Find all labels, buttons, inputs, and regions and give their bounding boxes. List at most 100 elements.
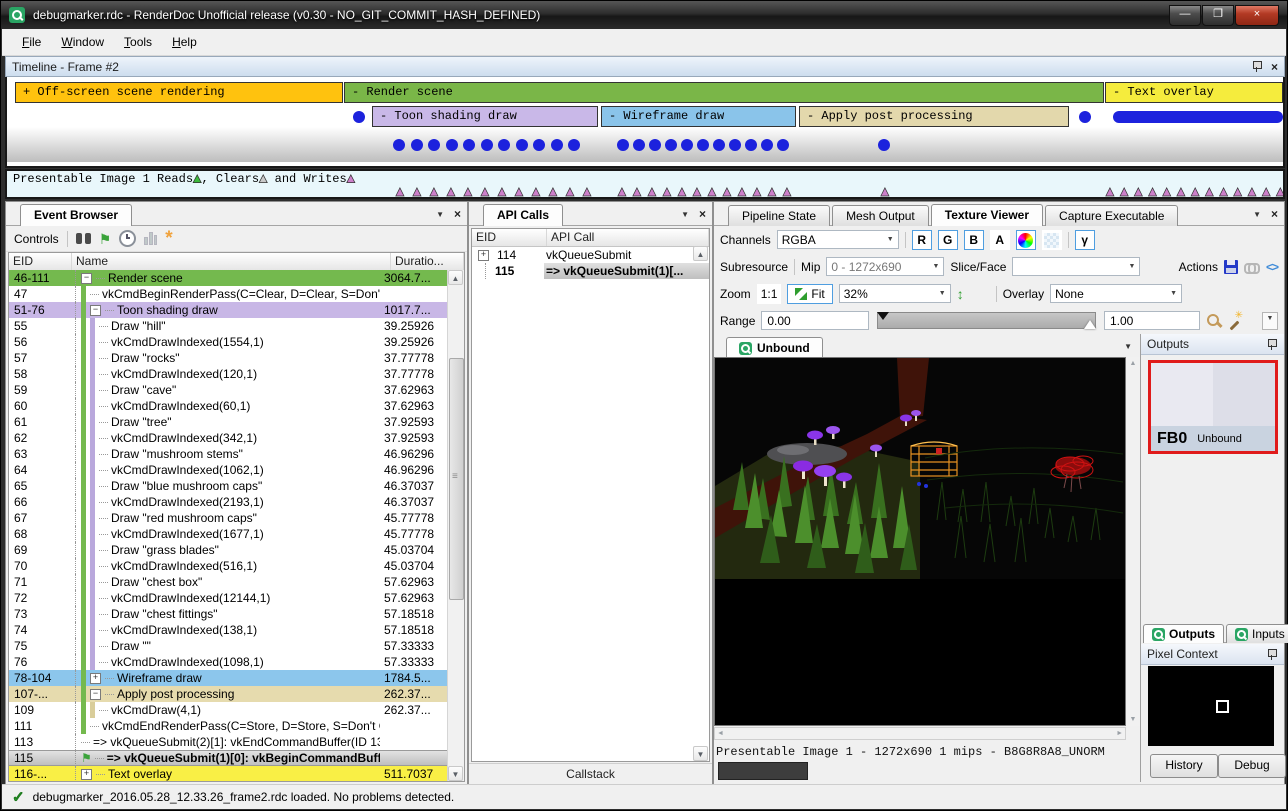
draw-dot[interactable]: [745, 139, 757, 151]
table-row[interactable]: 61Draw "tree"37.92593: [9, 414, 448, 430]
scroll-right-icon[interactable]: ►: [1116, 730, 1123, 737]
write-marker-icon[interactable]: ▲: [705, 185, 719, 197]
write-marker-icon[interactable]: ▲: [720, 185, 734, 197]
draw-dot[interactable]: [568, 139, 580, 151]
write-marker-icon[interactable]: ▲: [410, 185, 424, 197]
range-black-point-handle[interactable]: [877, 312, 889, 326]
range-min-input[interactable]: 0.00: [761, 311, 869, 330]
table-row[interactable]: 107-...−Apply post processing262.37...: [9, 686, 448, 702]
table-row[interactable]: 115⚑=> vkQueueSubmit(1)[0]: vkBeginComma…: [9, 750, 448, 766]
draw-dot[interactable]: [411, 139, 423, 151]
write-marker-icon[interactable]: ▲: [1146, 185, 1160, 197]
write-marker-icon[interactable]: ▲: [1188, 185, 1202, 197]
write-marker-icon[interactable]: ▲: [427, 185, 441, 197]
write-marker-icon[interactable]: ▲: [1202, 185, 1216, 197]
table-row[interactable]: +114vkQueueSubmit: [472, 247, 709, 263]
collapse-icon[interactable]: −: [81, 273, 92, 284]
write-marker-icon[interactable]: ▲: [735, 185, 749, 197]
fb0-thumbnail[interactable]: FB0 Unbound: [1148, 360, 1278, 454]
table-row[interactable]: 113=> vkQueueSubmit(2)[1]: vkEndCommandB…: [9, 734, 448, 750]
flip-y-icon[interactable]: ↕: [957, 286, 964, 302]
table-row[interactable]: 46-111−Render scene3064.7...: [9, 270, 448, 286]
table-row[interactable]: 60vkCmdDrawIndexed(60,1)37.62963: [9, 398, 448, 414]
pin-icon[interactable]: [1252, 61, 1261, 72]
column-eid[interactable]: EID: [472, 229, 547, 246]
table-row[interactable]: 65Draw "blue mushroom caps"46.37037: [9, 478, 448, 494]
scroll-down-icon[interactable]: ▼: [1126, 716, 1140, 723]
channel-green-button[interactable]: G: [938, 230, 958, 250]
overlay-select[interactable]: None ▼: [1050, 284, 1182, 303]
find-icon[interactable]: [76, 233, 91, 244]
draw-dot[interactable]: [713, 139, 725, 151]
menu-item-file[interactable]: File: [12, 31, 51, 53]
event-browser-scrollbar[interactable]: ▲ ▼: [447, 270, 464, 781]
slice-face-select[interactable]: ▼: [1012, 257, 1140, 276]
time-draws-icon[interactable]: [119, 230, 136, 247]
write-marker-icon[interactable]: ▲: [1259, 185, 1273, 197]
panel-menu-icon[interactable]: ▼: [1253, 210, 1261, 219]
pin-icon[interactable]: [1267, 339, 1276, 350]
expand-icon[interactable]: +: [478, 250, 489, 261]
write-marker-icon[interactable]: ▲: [1245, 185, 1259, 197]
table-row[interactable]: 109vkCmdDraw(4,1)262.37...: [9, 702, 448, 718]
color-wheel-button[interactable]: [1016, 230, 1036, 250]
timeline-marker--text-overlay[interactable]: - Text overlay: [1105, 82, 1283, 103]
table-row[interactable]: 73Draw "chest fittings"57.18518: [9, 606, 448, 622]
channel-red-button[interactable]: R: [912, 230, 932, 250]
write-marker-icon[interactable]: ▲: [529, 185, 543, 197]
menu-item-window[interactable]: Window: [51, 31, 114, 53]
channel-alpha-button[interactable]: A: [990, 230, 1010, 250]
write-marker-icon[interactable]: ▲: [1131, 185, 1145, 197]
table-row[interactable]: 68vkCmdDrawIndexed(1677,1)45.77778: [9, 526, 448, 542]
timeline-marker--off-screen-scene-rendering[interactable]: + Off-screen scene rendering: [15, 82, 343, 103]
close-icon[interactable]: ×: [454, 207, 461, 221]
expand-icon[interactable]: +: [81, 769, 92, 780]
expand-icon[interactable]: +: [90, 673, 101, 684]
timeline-marker--apply-post-processing[interactable]: - Apply post processing: [799, 106, 1069, 127]
tab-capture-executable[interactable]: Capture Executable: [1045, 205, 1178, 226]
tab-list-icon[interactable]: ▼: [1124, 342, 1132, 351]
scroll-up-icon[interactable]: ▲: [448, 270, 463, 285]
draw-dot[interactable]: [878, 139, 890, 151]
pixel-context-display[interactable]: [1148, 666, 1274, 746]
tab-outputs[interactable]: Outputs: [1143, 624, 1224, 643]
table-row[interactable]: 67Draw "red mushroom caps"45.77778: [9, 510, 448, 526]
history-button[interactable]: History: [1150, 754, 1218, 778]
table-row[interactable]: 57Draw "rocks"37.77778: [9, 350, 448, 366]
draw-dot[interactable]: [1079, 111, 1091, 123]
save-texture-icon[interactable]: [1224, 260, 1238, 274]
write-marker-icon[interactable]: ▲: [478, 185, 492, 197]
link-icon[interactable]: [1244, 262, 1260, 272]
table-row[interactable]: 115=> vkQueueSubmit(1)[...: [472, 263, 709, 279]
table-row[interactable]: 76vkCmdDrawIndexed(1098,1)57.33333: [9, 654, 448, 670]
table-row[interactable]: 51-76−Toon shading draw1017.7...: [9, 302, 448, 318]
draw-dot[interactable]: [617, 139, 629, 151]
write-marker-icon[interactable]: ▲: [660, 185, 674, 197]
draw-dot[interactable]: [729, 139, 741, 151]
close-button[interactable]: ×: [1235, 5, 1279, 26]
zoom-range-icon[interactable]: [1206, 313, 1221, 328]
write-marker-icon[interactable]: ▲: [495, 185, 509, 197]
table-row[interactable]: 59Draw "cave"37.62963: [9, 382, 448, 398]
timeline-marker--toon-shading-draw[interactable]: - Toon shading draw: [372, 106, 598, 127]
draw-dot[interactable]: [697, 139, 709, 151]
collapse-icon[interactable]: −: [90, 305, 101, 316]
scroll-up-icon[interactable]: ▲: [1126, 360, 1140, 367]
mip-select[interactable]: 0 - 1272x690 ▼: [826, 257, 944, 276]
gamma-button[interactable]: γ: [1075, 230, 1095, 250]
write-marker-icon[interactable]: ▲: [630, 185, 644, 197]
draw-dot[interactable]: [463, 139, 475, 151]
close-icon[interactable]: ×: [699, 207, 706, 221]
zoom-select[interactable]: 32% ▼: [839, 284, 951, 303]
write-marker-icon[interactable]: ▲: [1231, 185, 1245, 197]
table-row[interactable]: 66vkCmdDrawIndexed(2193,1)46.37037: [9, 494, 448, 510]
tab-mesh-output[interactable]: Mesh Output: [832, 205, 929, 226]
draws-pill[interactable]: [1113, 111, 1283, 123]
tab-event-browser[interactable]: Event Browser: [20, 204, 132, 226]
table-row[interactable]: 63Draw "mushroom stems"46.96296: [9, 446, 448, 462]
column-duration[interactable]: Duratio...: [391, 253, 464, 270]
column-name[interactable]: Name: [72, 253, 391, 270]
draw-dot[interactable]: [353, 111, 365, 123]
write-marker-icon[interactable]: ▲: [780, 185, 794, 197]
table-row[interactable]: 58vkCmdDrawIndexed(120,1)37.77778: [9, 366, 448, 382]
